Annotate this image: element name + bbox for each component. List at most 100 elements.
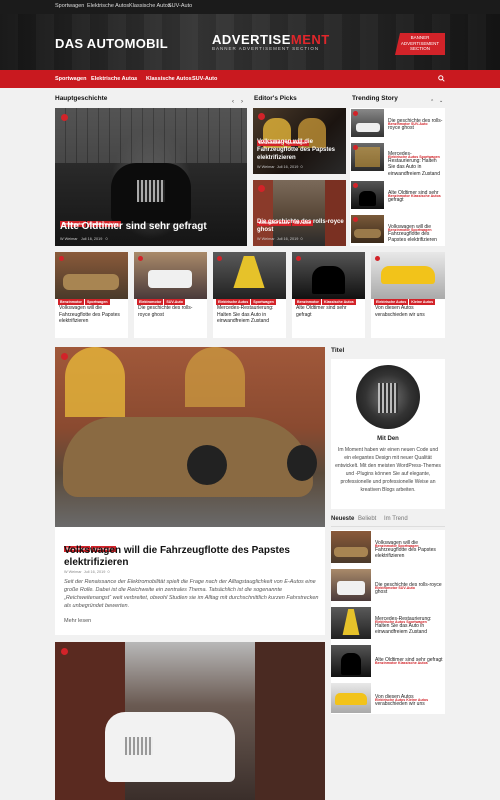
trending-title-4[interactable]: Volkswagen will die Fahrzeugflotte des P… <box>388 224 444 244</box>
author-name[interactable]: W Weimar <box>257 165 275 169</box>
post-format-icon <box>258 113 265 120</box>
post-format-icon <box>61 353 68 360</box>
section-title-trending: Trending Story <box>352 95 398 102</box>
post-format-icon <box>353 217 358 222</box>
post-card[interactable]: Elektromotor SUV-Auto Die geschichte des … <box>134 252 207 338</box>
tag[interactable]: Kleine Autos <box>409 299 436 305</box>
tag[interactable]: Benzinmotor <box>295 299 321 305</box>
post-format-icon <box>59 256 64 261</box>
editors-pick-meta-2: W Weimar Juli 16, 2019 0 <box>257 237 303 241</box>
latest-post-title[interactable]: Von diesen Autos verabschieden wir uns <box>375 694 443 707</box>
advertisement-banner[interactable]: ADVERTISEMENT <box>212 32 330 47</box>
comment-count[interactable]: 0 <box>300 237 302 241</box>
post-card-title[interactable]: Von diesen Autos verabschieden wir uns <box>375 305 442 318</box>
featured-post-image[interactable] <box>55 347 325 527</box>
author-name[interactable]: W Weimar <box>60 237 78 241</box>
latest-post-title[interactable]: Volkswagen will die Fahrzeugflotte des P… <box>375 540 443 560</box>
post-card[interactable]: Elektrische Autos Sportwagen Mercedes-Res… <box>213 252 286 338</box>
post-format-icon <box>353 145 358 150</box>
trending-title-1[interactable]: Die geschichte des rolls-royce ghost <box>388 118 444 131</box>
post-card-title[interactable]: Mercedes-Restaurierung: Halten Sie das A… <box>217 305 283 325</box>
editors-pick-title-1[interactable]: Volkswagen will die Fahrzeugflotte des P… <box>257 138 345 162</box>
editors-pick-title-2[interactable]: Die geschichte des rolls-royce ghost <box>257 218 345 234</box>
comment-count[interactable]: 0 <box>300 165 302 169</box>
next-arrow-icon[interactable]: › <box>241 99 243 105</box>
second-post-image[interactable] <box>55 642 325 800</box>
read-more-link[interactable]: Mehr lesen <box>64 618 91 624</box>
author-name[interactable]: W Weimar <box>64 570 82 574</box>
post-format-icon <box>217 256 222 261</box>
latest-post-title[interactable]: Alte Oldtimer sind sehr gefragt <box>375 657 443 664</box>
tag[interactable]: Klassische Autos <box>321 299 356 305</box>
post-date: Juli 16, 2019 <box>80 237 103 241</box>
latest-post-image[interactable] <box>331 683 371 713</box>
nav-item-suv-auto[interactable]: SUV-Auto <box>192 76 217 82</box>
top-bar: Sportwagen Elektrische Autos Klassische … <box>0 0 500 14</box>
author-name: Mit Den <box>377 436 399 442</box>
avatar[interactable] <box>356 365 420 429</box>
tag[interactable]: SUV-Auto <box>164 299 185 305</box>
tag[interactable]: Elektrische Autos <box>216 299 251 305</box>
post-date: Juli 16, 2019 <box>83 570 106 574</box>
post-format-icon <box>258 185 265 192</box>
top-link-suv-auto[interactable]: SUV-Auto <box>168 3 192 9</box>
chevron-down-icon[interactable]: ⌄ <box>439 98 443 104</box>
featured-post-meta: W Weimar Juli 16, 2019 0 <box>64 570 110 574</box>
tag[interactable]: Sportwagen <box>251 299 276 305</box>
nav-item-sportwagen[interactable]: Sportwagen <box>55 76 86 82</box>
ad-main-white: ADVERTISE <box>212 32 291 47</box>
top-link-klassische-autos[interactable]: Klassische Autos <box>129 3 171 9</box>
tab-neueste[interactable]: Neueste <box>331 516 354 522</box>
main-nav: Sportwagen Elektrische Autos ⌄ Klassisch… <box>0 70 500 88</box>
post-format-icon <box>375 256 380 261</box>
nav-item-elektrische-autos[interactable]: Elektrische Autos <box>91 76 137 82</box>
top-link-sportwagen[interactable]: Sportwagen <box>55 3 84 9</box>
post-card[interactable]: Benzinmotor Klassische Autos Alte Oldtime… <box>292 252 365 338</box>
latest-post-image[interactable] <box>331 607 371 639</box>
post-card-title[interactable]: Die geschichte des rolls-royce ghost <box>138 305 204 318</box>
ad-main-red: MENT <box>290 32 330 47</box>
search-icon[interactable] <box>438 75 445 82</box>
main-story-meta: W Weimar Juli 16, 2019 0 <box>60 237 108 241</box>
featured-post-title[interactable]: Volkswagen will die Fahrzeugflotte des P… <box>64 545 319 569</box>
latest-post-image[interactable] <box>331 645 371 677</box>
post-card[interactable]: Benzinmotor Sportwagen Volkswagen will di… <box>55 252 128 338</box>
trending-title-2[interactable]: Mercedes-Restaurierung: Halten Sie das A… <box>388 151 444 177</box>
tag[interactable]: Benzinmotor <box>58 299 84 305</box>
post-date: Juli 16, 2019 <box>276 237 299 241</box>
main-story-title[interactable]: Alte Oldtimer sind sehr gefragt <box>60 221 207 232</box>
post-format-icon <box>353 183 358 188</box>
latest-post-image[interactable] <box>331 569 371 601</box>
comment-count[interactable]: 0 <box>107 570 109 574</box>
post-card-title[interactable]: Alte Oldtimer sind sehr gefragt <box>296 305 362 318</box>
chevron-down-icon[interactable]: ⌄ <box>132 76 136 82</box>
ad-badge[interactable]: BANNER ADVERTISEMENT SECTION <box>395 33 445 55</box>
site-title[interactable]: DAS AUTOMOBIL <box>55 36 168 51</box>
author-bio: Im Moment haben wir einen neuen Code und… <box>335 447 441 493</box>
post-format-icon <box>296 256 301 261</box>
featured-post-excerpt: Seit der Renaissance der Elektromobilitä… <box>64 579 319 609</box>
author-name[interactable]: W Weimar <box>257 237 275 241</box>
post-date: Juli 16, 2019 <box>276 165 299 169</box>
tag[interactable]: Elektrische Autos <box>374 299 409 305</box>
top-link-elektrische-autos[interactable]: Elektrische Autos <box>87 3 129 9</box>
ad-badge-line3: SECTION <box>409 46 430 51</box>
post-format-icon <box>138 256 143 261</box>
comment-count[interactable]: 0 <box>106 237 108 241</box>
tab-beliebt[interactable]: Beliebt <box>358 516 376 522</box>
nav-item-klassische-autos[interactable]: Klassische Autos <box>146 76 192 82</box>
post-card-title[interactable]: Volkswagen will die Fahrzeugflotte des P… <box>59 305 125 325</box>
section-title-editors: Editor's Picks <box>254 95 297 102</box>
post-format-icon <box>61 114 68 121</box>
ad-subtitle: BANNER ADVERTISEMENT SECTION <box>212 46 320 51</box>
tag[interactable]: Sportwagen <box>84 299 110 305</box>
post-card[interactable]: Elektrische Autos Kleine Autos Von diesen… <box>371 252 445 338</box>
latest-post-title[interactable]: Die geschichte des rolls-royce ghost <box>375 582 443 595</box>
tag[interactable]: Elektromotor <box>137 299 164 305</box>
latest-post-title[interactable]: Mercedes-Restaurierung: Halten Sie das A… <box>375 616 443 636</box>
trending-title-3[interactable]: Alte Oldtimer sind sehr gefragt <box>388 190 444 203</box>
chevron-up-icon[interactable]: ⌃ <box>430 99 434 105</box>
prev-arrow-icon[interactable]: ‹ <box>232 99 234 105</box>
tab-im-trend[interactable]: Im Trend <box>384 516 408 522</box>
latest-post-image[interactable] <box>331 531 371 563</box>
